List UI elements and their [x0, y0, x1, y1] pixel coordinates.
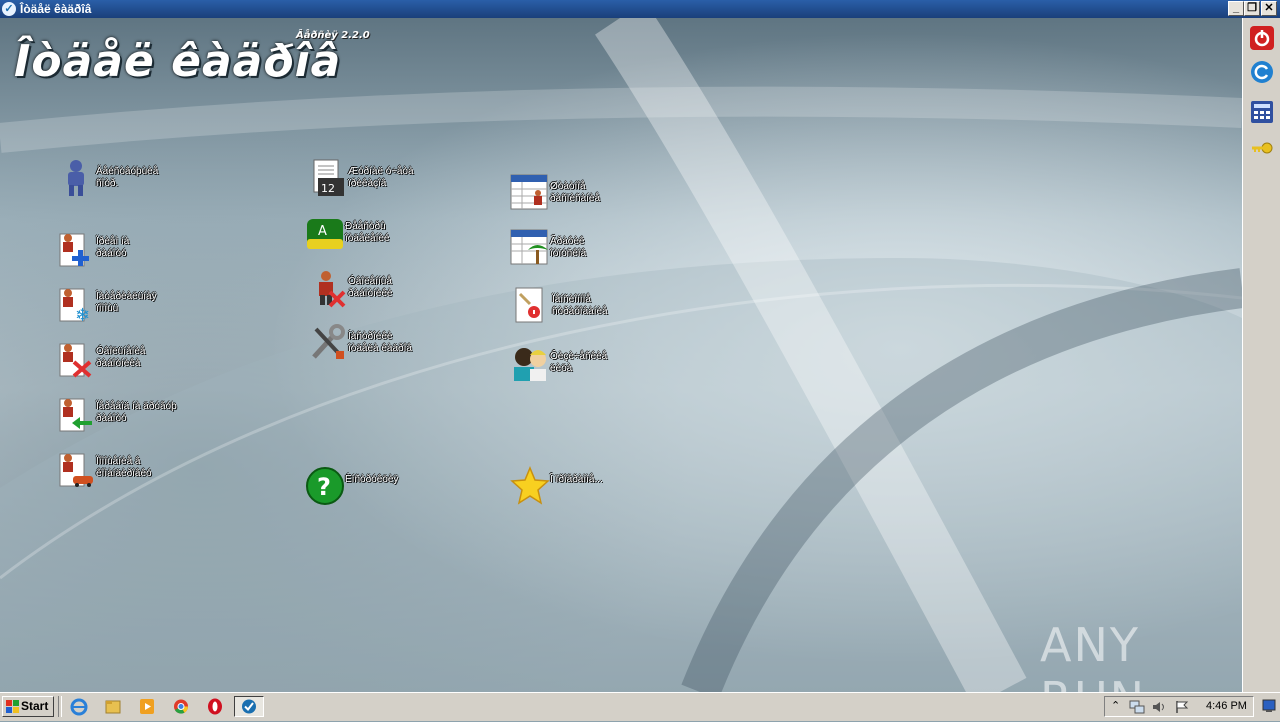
employees-icon — [68, 160, 84, 196]
minimize-button[interactable]: _ — [1228, 1, 1244, 16]
app-version: Âåðñèÿ 2.2.0 — [296, 30, 370, 41]
tray-expand-icon[interactable]: ⌃ — [1111, 699, 1120, 712]
windows-flag-icon — [6, 700, 19, 713]
star-icon — [510, 466, 550, 505]
window-titlebar: ✓ Îòäåë êàäðîâ _ ❐ ✕ — [0, 0, 1280, 18]
explorer-icon — [105, 700, 121, 714]
taskbar-separator — [58, 696, 62, 717]
menu-item-vacation-schedule[interactable]: Ãðàôèê îòïóñêîâ — [510, 228, 690, 268]
app-logo-icon: ✓ — [2, 2, 16, 16]
menu-item-dismiss[interactable]: Óâîëüíåíèå ðàáîòíèêà — [56, 338, 236, 378]
taskbar-chrome[interactable] — [166, 696, 196, 717]
menu-item-employees[interactable]: Äåéñòâóþùèå ñîòð. — [56, 158, 236, 198]
menu-item-label: Ôèçè÷åñêèå ëèöà — [550, 351, 608, 374]
vacation-schedule-icon — [510, 229, 548, 265]
window-title: Îòäåë êàäðîâ — [20, 2, 92, 16]
menu-item-label: Óâîëåííûå ðàáîòíèêè — [348, 276, 393, 299]
menu-item-label: Ãðàôèê îòïóñêîâ — [550, 236, 587, 259]
menu-item-orders-journal[interactable]: 12 Æóðíàë ó÷åòà ïðèêàçîâ — [308, 158, 488, 198]
hr-app-icon — [242, 699, 256, 714]
menu-item-pension[interactable]: Ïåíñèîííîå ñòðàõîâàíèå — [512, 286, 692, 326]
menu-item-label: Ïåíñèîííîå ñòðàõîâàíèå — [552, 294, 608, 317]
ie-icon — [70, 698, 88, 716]
taskbar-opera[interactable] — [200, 696, 230, 717]
add-employee-icon — [59, 233, 89, 267]
help-icon: ? — [306, 467, 344, 505]
reports-icon: A — [307, 219, 343, 249]
opera-icon — [208, 698, 222, 715]
action-center-flag-icon[interactable] — [1175, 700, 1189, 714]
menu-item-label: Äåéñòâóþùèå ñîòð. — [96, 166, 159, 189]
menu-item-label: Ïðèåì íà ðàáîòó — [96, 236, 130, 259]
menu-item-transfer[interactable]: Ïåðåâîä íà äðóãóþ ðàáîòó — [56, 393, 236, 433]
fired-list-icon — [319, 271, 346, 308]
menu-item-staff-table[interactable]: Øòàòíîå ðàñïèñàíèå — [510, 173, 690, 213]
calculator-icon[interactable] — [1250, 100, 1274, 124]
app-title: Îòäåë êàäðîâ — [14, 36, 342, 87]
transfer-employee-icon — [59, 398, 92, 432]
clock: 4:46 PM — [1206, 700, 1247, 712]
dismiss-employee-icon — [59, 343, 92, 378]
chrome-icon — [174, 699, 188, 714]
svg-text:?: ? — [317, 473, 331, 501]
power-icon[interactable] — [1250, 26, 1274, 50]
menu-item-label: Øòàòíîå ðàñïèñàíèå — [550, 181, 601, 204]
show-desktop-icon[interactable] — [1262, 698, 1276, 714]
menu-item-label: Ïîìîùåíèå â êîìàíäèðîâêó — [96, 456, 152, 479]
right-toolbar — [1242, 18, 1280, 692]
menu-item-label: Ìàòåðèàëüíàÿ ïîìîùü — [96, 291, 157, 314]
menu-item-about[interactable]: Î ïðîãðàììå... — [510, 466, 690, 506]
start-button[interactable]: Start — [2, 696, 54, 717]
documents-icon: 12 — [313, 159, 344, 196]
key-icon[interactable] — [1250, 136, 1274, 160]
watermark-logo: ANY RUN — [1040, 618, 1144, 692]
volume-icon[interactable] — [1151, 700, 1167, 714]
trip-employee-icon — [59, 453, 93, 487]
svg-text:❄: ❄ — [75, 305, 90, 323]
menu-item-label: Ðååñòðû îòäåëåíèé — [345, 221, 390, 244]
taskbar: Start ⌃ 4:46 PM — [0, 692, 1280, 721]
menu-item-trip[interactable]: Ïîìîùåíèå â êîìàíäèðîâêó — [56, 448, 236, 488]
svg-text:12: 12 — [321, 182, 335, 195]
certificate-icon — [515, 287, 543, 323]
menu-item-label: Óâîëüíåíèå ðàáîòíèêà — [96, 346, 146, 369]
menu-item-label: Ïåðåâîä íà äðóãóþ ðàáîòó — [96, 401, 177, 424]
taskbar-media-player[interactable] — [132, 696, 162, 717]
restore-button[interactable]: ❐ — [1244, 1, 1260, 16]
network-icon[interactable] — [1129, 700, 1145, 714]
staff-table-icon — [510, 174, 548, 210]
refresh-icon[interactable] — [1250, 60, 1274, 84]
menu-item-aid[interactable]: ❄ Ìàòåðèàëüíàÿ ïîìîùü — [56, 283, 236, 323]
close-button[interactable]: ✕ — [1261, 1, 1277, 16]
menu-item-individuals[interactable]: Ôèçè÷åñêèå ëèöà — [510, 343, 690, 383]
menu-item-label: Èíñòðóêöèÿ — [345, 474, 399, 485]
menu-item-label: Æóðíàë ó÷åòà ïðèêàçîâ — [348, 166, 414, 189]
menu-item-registers[interactable]: A Ðååñòðû îòäåëåíèé — [305, 213, 485, 253]
taskbar-hr-app[interactable] — [234, 696, 264, 717]
menu-item-help[interactable]: ? Èíñòðóêöèÿ — [305, 466, 485, 506]
taskbar-explorer[interactable] — [98, 696, 128, 717]
menu-item-fired[interactable]: Óâîëåííûå ðàáîòíèêè — [308, 268, 488, 308]
tools-icon — [312, 324, 345, 359]
start-label: Start — [21, 699, 49, 713]
menu-item-settings[interactable]: Íàñòðîéêè îòäåëà êàäðîâ — [308, 323, 488, 363]
media-player-icon — [140, 699, 154, 714]
taskbar-ie[interactable] — [64, 696, 94, 717]
svg-text:A: A — [318, 224, 327, 239]
people-icon — [514, 348, 546, 381]
menu-item-hire[interactable]: Ïðèåì íà ðàáîòó — [56, 228, 236, 268]
menu-item-label: Íàñòðîéêè îòäåëà êàäðîâ — [348, 331, 412, 354]
vacation-icon: ❄ — [59, 288, 90, 323]
menu-item-label: Î ïðîãðàììå... — [550, 474, 603, 485]
main-panel: Îòäåë êàäðîâ Âåðñèÿ 2.2.0 Äåéñòâóþùèå ñî… — [0, 18, 1242, 692]
